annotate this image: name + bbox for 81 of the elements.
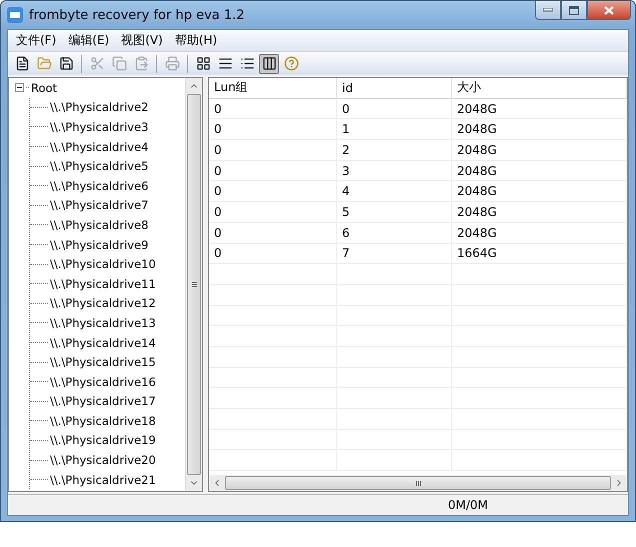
grip-icon <box>416 480 420 486</box>
tree-item[interactable]: \\.\Physicaldrive3 <box>50 120 148 134</box>
columns-icon <box>262 56 276 71</box>
copy-icon <box>112 56 126 71</box>
tree-item[interactable]: \\.\Physicaldrive4 <box>50 140 148 154</box>
table-cell: 2048G <box>452 98 627 120</box>
grip-icon <box>192 282 196 287</box>
vertical-scrollbar[interactable] <box>185 78 202 491</box>
maximize-button[interactable] <box>561 1 587 20</box>
table-cell: 0 <box>209 222 337 244</box>
menu-item[interactable]: 文件(F) <box>10 32 62 49</box>
paste-icon <box>134 56 148 71</box>
scroll-thumb[interactable] <box>187 94 201 475</box>
table-cell: 0 <box>209 160 337 182</box>
table-cell: 2048G <box>452 202 627 223</box>
grid-icon <box>196 56 210 71</box>
maximize-icon <box>569 6 579 14</box>
help-icon <box>284 56 298 71</box>
lines-icon <box>218 56 232 71</box>
tree-item[interactable]: \\.\Physicaldrive12 <box>50 296 156 310</box>
status-text: 0M/0M <box>448 498 488 512</box>
scroll-thumb[interactable] <box>225 476 611 490</box>
list-icon <box>240 56 254 71</box>
tree-item[interactable]: \\.\Physicaldrive20 <box>50 453 156 468</box>
table-cell: 6 <box>337 222 452 244</box>
table-cell: 2 <box>337 140 452 161</box>
collapse-icon[interactable] <box>15 83 24 92</box>
tree-item[interactable]: \\.\Physicaldrive13 <box>50 316 156 330</box>
table-cell: 2048G <box>452 140 627 161</box>
table-cell: 0 <box>209 202 337 223</box>
table-cell: 2048G <box>452 181 627 202</box>
new-file-icon <box>14 56 30 71</box>
app-logo-icon <box>7 7 23 23</box>
folder-icon <box>36 56 52 71</box>
close-button[interactable] <box>587 1 631 20</box>
tree-item[interactable]: \\.\Physicaldrive10 <box>50 257 156 272</box>
menu-item[interactable]: 视图(V) <box>115 32 169 49</box>
table-cell: 4 <box>337 181 452 202</box>
table-cell: 5 <box>337 202 452 223</box>
tree-item[interactable]: \\.\Physicaldrive5 <box>50 159 148 174</box>
tree-item[interactable]: \\.\Physicaldrive7 <box>50 198 148 212</box>
details-tool-button[interactable] <box>259 54 279 74</box>
tree-item[interactable]: \\.\Physicaldrive2 <box>50 100 148 114</box>
horizontal-scrollbar[interactable] <box>209 475 627 491</box>
column-header[interactable]: Lun组 <box>209 78 337 99</box>
table-cell: 0 <box>209 244 337 264</box>
scissors-icon <box>90 56 104 71</box>
table-cell: 2048G <box>452 119 627 140</box>
table-cell: 0 <box>209 98 337 120</box>
tree-item[interactable]: \\.\Physicaldrive15 <box>50 355 156 370</box>
tree-item[interactable]: \\.\Physicaldrive6 <box>50 178 148 193</box>
tree-item[interactable]: \\.\Physicaldrive11 <box>50 276 156 291</box>
tree-item[interactable]: \\.\Physicaldrive19 <box>50 433 156 448</box>
table-cell: 0 <box>209 119 337 140</box>
minimize-icon <box>543 8 553 12</box>
tree-item[interactable]: Root <box>31 80 58 95</box>
tree-item[interactable]: \\.\Physicaldrive21 <box>50 472 156 487</box>
table-cell: 0 <box>209 181 337 202</box>
column-header[interactable]: 大小 <box>452 78 627 99</box>
table-cell: 1 <box>337 119 452 140</box>
close-icon <box>604 6 614 14</box>
minimize-button[interactable] <box>535 1 561 20</box>
save-icon <box>58 56 74 71</box>
table-cell: 2048G <box>452 160 627 182</box>
tree-item[interactable]: \\.\Physicaldrive17 <box>50 394 156 408</box>
table-cell: 0 <box>209 140 337 161</box>
tree-item[interactable]: \\.\Physicaldrive9 <box>50 238 148 252</box>
table-cell: 1664G <box>452 244 627 264</box>
tree-item[interactable]: \\.\Physicaldrive18 <box>50 414 156 428</box>
tree-item[interactable]: \\.\Physicaldrive16 <box>50 374 156 389</box>
table-cell: 0 <box>337 98 452 120</box>
printer-icon <box>164 56 180 71</box>
table-cell: 7 <box>337 244 452 264</box>
window-title: frombyte recovery for hp eva 1.2 <box>29 8 246 22</box>
tree-item[interactable]: \\.\Physicaldrive14 <box>50 336 156 350</box>
column-header[interactable]: id <box>337 78 452 99</box>
menu-item[interactable]: 编辑(E) <box>62 32 116 49</box>
table-cell: 3 <box>337 160 452 182</box>
table-cell: 2048G <box>452 222 627 244</box>
tree-item[interactable]: \\.\Physicaldrive8 <box>50 218 148 232</box>
menu-item[interactable]: 帮助(H) <box>168 32 224 49</box>
